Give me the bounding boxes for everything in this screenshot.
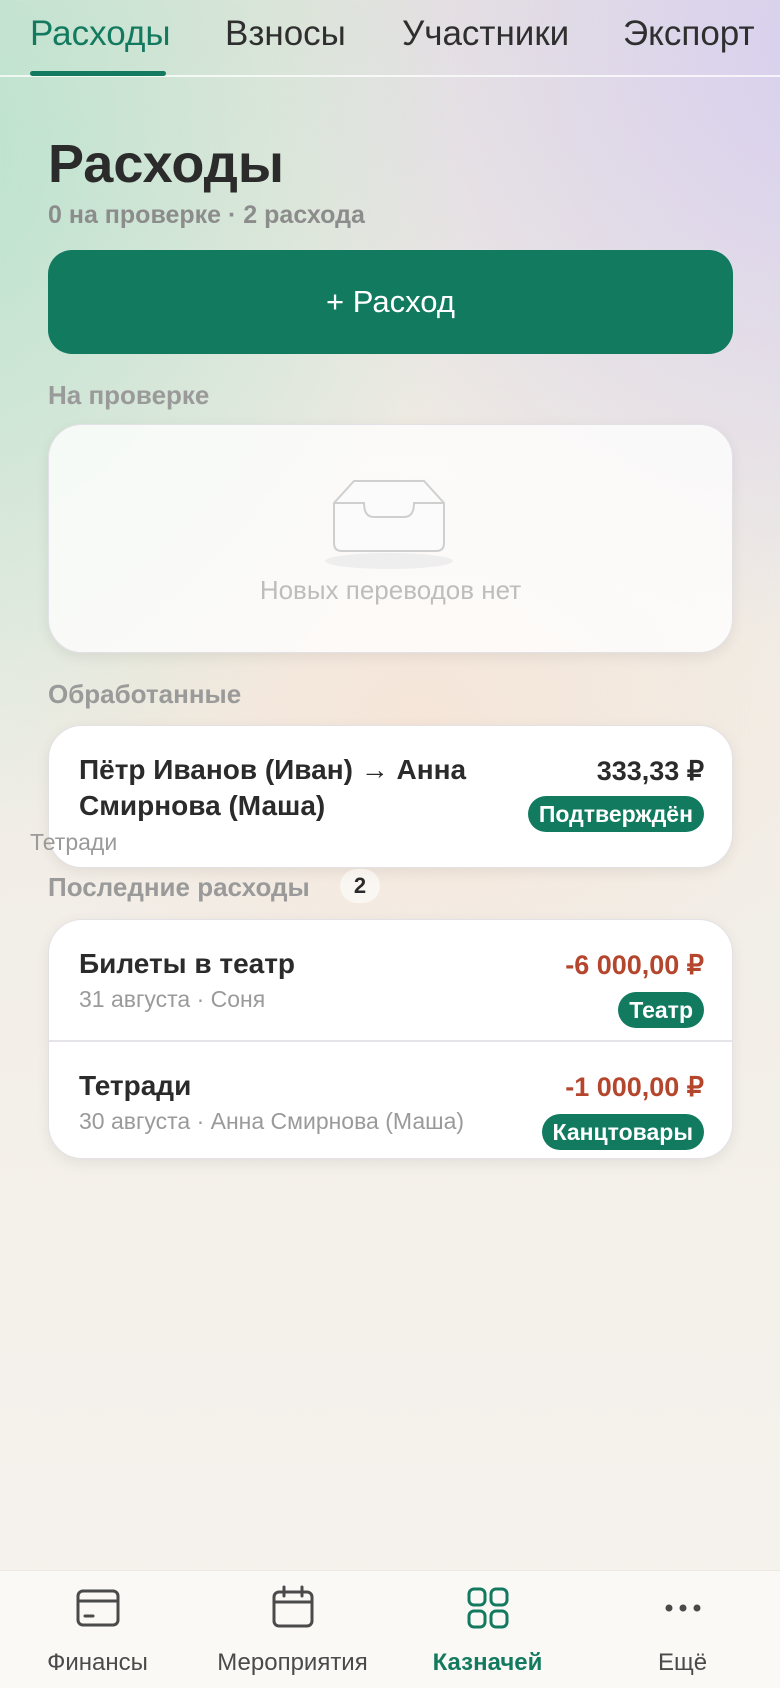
expense-row[interactable]: Тетради 30 августа · Анна Смирнова (Маша… bbox=[49, 1040, 732, 1159]
nav-label: Финансы bbox=[47, 1649, 148, 1676]
expense-amount: -1 000,00 ₽ bbox=[565, 1072, 704, 1102]
top-tab-bar: Расходы Взносы Участники Экспорт bbox=[0, 0, 780, 77]
calendar-icon bbox=[272, 1585, 313, 1628]
recent-count-badge: 2 bbox=[340, 869, 380, 903]
nav-label: Ещё bbox=[657, 1649, 708, 1676]
nav-item-more[interactable]: Ещё bbox=[585, 1571, 780, 1688]
empty-state-text: Новых переводов нет bbox=[259, 575, 522, 605]
expense-amount: -6 000,00 ₽ bbox=[565, 950, 704, 980]
expense-subtitle: 31 августа · Соня bbox=[79, 986, 266, 1012]
more-icon bbox=[665, 1604, 700, 1612]
tab-participants[interactable]: Участники bbox=[402, 14, 569, 54]
nav-label: Мероприятия bbox=[217, 1649, 368, 1676]
grid-icon bbox=[467, 1587, 508, 1629]
tab-expenses[interactable]: Расходы bbox=[30, 14, 171, 54]
review-section-label: На проверке bbox=[48, 380, 210, 410]
expense-title: Тетради bbox=[79, 1070, 192, 1101]
processed-transfer-card[interactable]: Пётр Иванов (Иван) → Анна Смирнова (Маша… bbox=[48, 725, 733, 868]
status-badge: Подтверждён bbox=[527, 796, 704, 832]
nav-item-treasurer[interactable]: Казначей bbox=[390, 1571, 585, 1688]
review-empty-card: Новых переводов нет bbox=[48, 424, 733, 653]
bottom-nav: Финансы Мероприятия Казначей Ещё bbox=[0, 1570, 780, 1688]
transfer-amount: 333,33 ₽ bbox=[596, 756, 704, 786]
recent-expenses-card: Билеты в театр 31 августа · Соня -6 000,… bbox=[48, 919, 733, 1159]
add-expense-button[interactable]: + Расход bbox=[48, 250, 733, 354]
nav-item-events[interactable]: Мероприятия bbox=[195, 1571, 390, 1688]
recent-section-label: Последние расходы bbox=[48, 872, 310, 902]
page-subtitle: 0 на проверке · 2 расхода bbox=[48, 201, 365, 229]
expense-row[interactable]: Билеты в театр 31 августа · Соня -6 000,… bbox=[49, 920, 732, 1039]
nav-item-finances[interactable]: Финансы bbox=[0, 1571, 195, 1688]
expense-subtitle: 30 августа · Анна Смирнова (Маша) bbox=[79, 1108, 465, 1134]
tab-export[interactable]: Экспорт bbox=[623, 14, 755, 54]
category-badge: Театр bbox=[618, 992, 704, 1028]
processed-section-label: Обработанные bbox=[48, 679, 242, 709]
tab-contributions[interactable]: Взносы bbox=[225, 14, 346, 54]
expense-title: Билеты в театр bbox=[79, 948, 296, 979]
nav-label: Казначей bbox=[432, 1649, 543, 1676]
transfer-title: Пётр Иванов (Иван) → Анна Смирнова (Маша… bbox=[79, 754, 467, 821]
transfer-subtitle: Тетради bbox=[30, 829, 118, 855]
category-badge: Канцтовары bbox=[541, 1114, 704, 1150]
page-title: Расходы bbox=[48, 134, 285, 194]
inbox-icon bbox=[325, 480, 453, 569]
card-icon bbox=[76, 1589, 119, 1627]
active-tab-indicator bbox=[30, 71, 166, 76]
